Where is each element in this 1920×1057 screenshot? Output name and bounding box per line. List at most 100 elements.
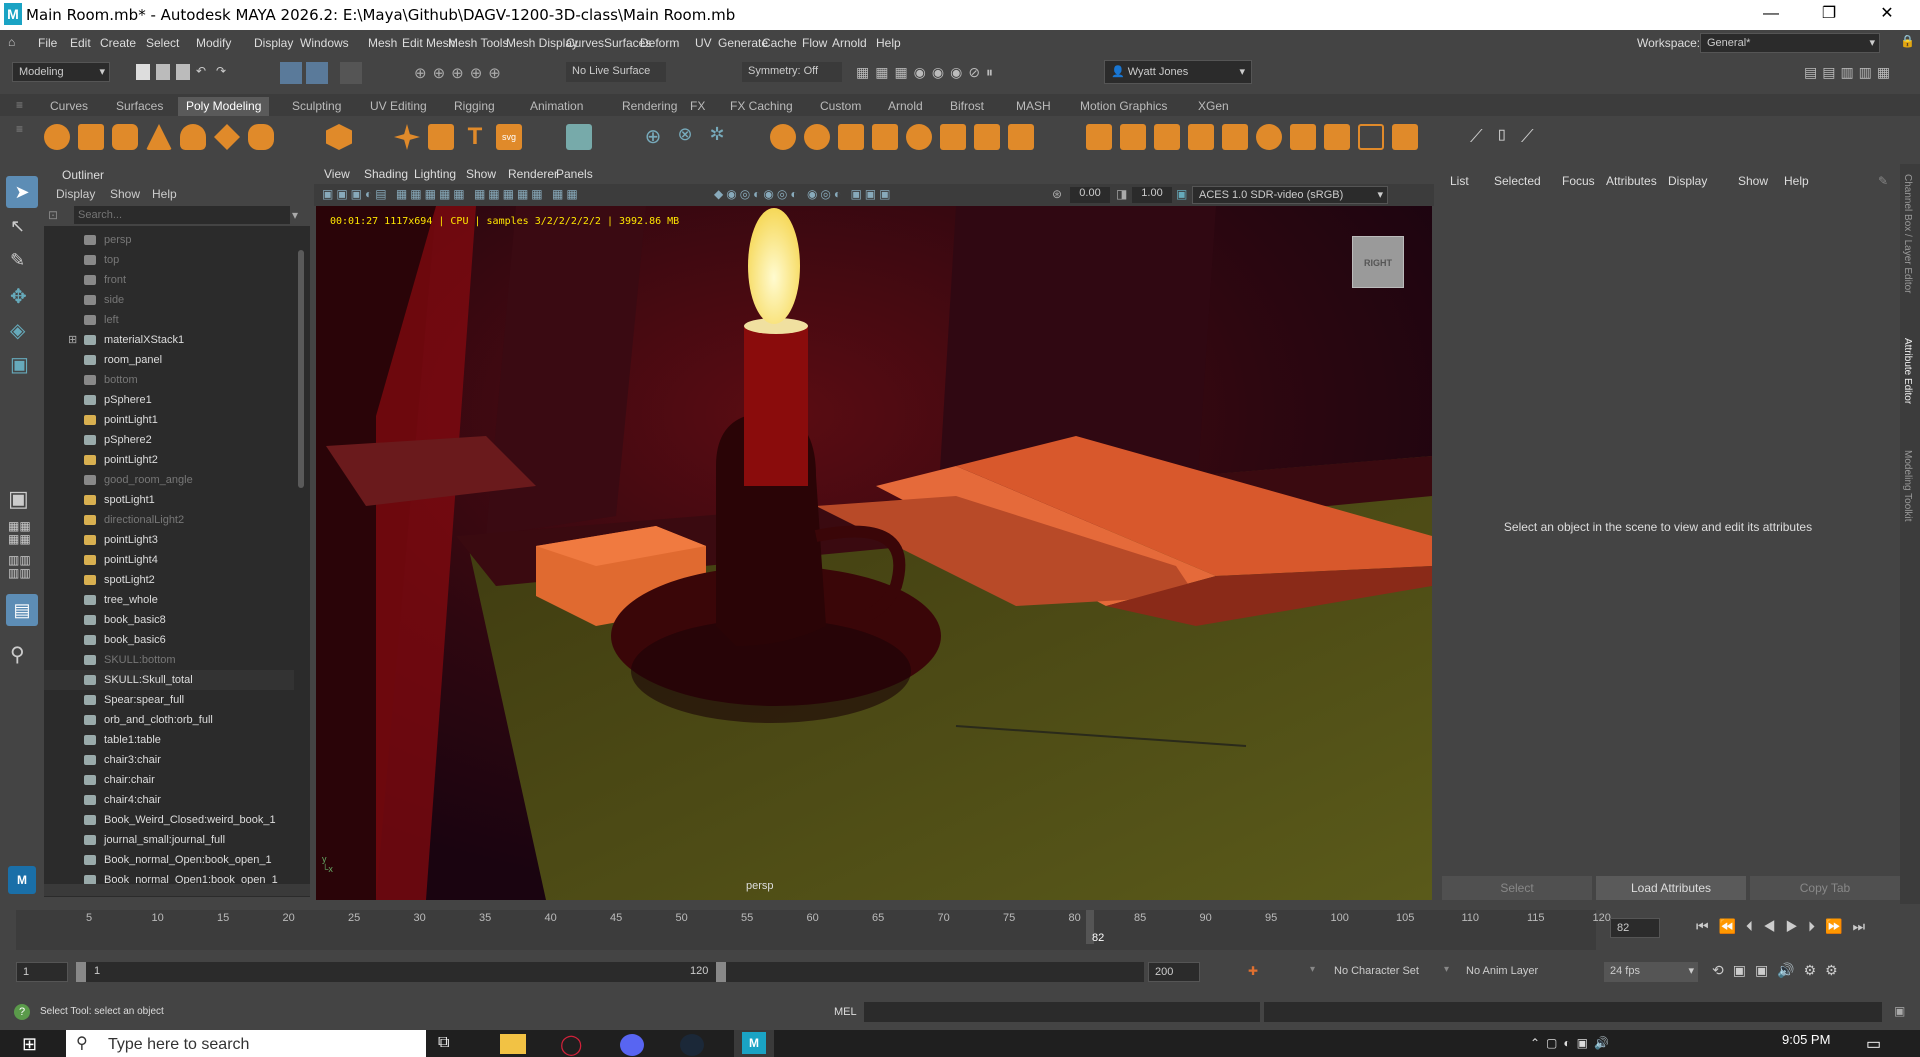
render-tools[interactable]: ▦▦▦◉◉◉⊘⏸: [856, 64, 1056, 80]
taskbar-search-box[interactable]: ⚲ Type here to search: [66, 1030, 426, 1057]
script-editor-icon[interactable]: ▣: [1894, 1004, 1905, 1018]
new-scene-icon[interactable]: [136, 64, 150, 80]
single-view-icon[interactable]: ▣: [8, 486, 36, 514]
end-frame-field[interactable]: 200: [1148, 962, 1200, 982]
ae-copy-tab-button[interactable]: Copy Tab: [1750, 876, 1900, 900]
menu-display[interactable]: Display: [254, 36, 293, 50]
color-mgmt-icon[interactable]: ▣: [1176, 187, 1187, 201]
remesh-icon[interactable]: [974, 124, 1000, 150]
opera-icon[interactable]: ◯: [560, 1032, 582, 1057]
gamma-field[interactable]: 1.00: [1132, 187, 1172, 203]
outliner-layout-icon[interactable]: ▤: [6, 594, 38, 626]
shelf-tab-motion-graphics[interactable]: Motion Graphics: [1072, 97, 1175, 116]
windows-start-icon[interactable]: ⊞: [22, 1034, 37, 1055]
paint-select-icon[interactable]: ✎: [10, 250, 34, 274]
live-surface-field[interactable]: No Live Surface: [566, 62, 666, 82]
playback-options-icons[interactable]: ⟲▣▣🔊⚙⚙: [1712, 962, 1912, 982]
outliner-item[interactable]: side: [44, 290, 294, 310]
shelf-tab-curves[interactable]: Curves: [42, 97, 96, 116]
user-account-select[interactable]: 👤 Wyatt Jones ▾: [1104, 60, 1252, 84]
viewport-menu-lighting[interactable]: Lighting: [414, 167, 456, 181]
outliner-item[interactable]: room_panel: [44, 350, 294, 370]
menu-help[interactable]: Help: [876, 36, 901, 50]
outliner-item[interactable]: spotLight1: [44, 490, 294, 510]
select-by-object-icon[interactable]: [306, 62, 328, 84]
exposure-field[interactable]: 0.00: [1070, 187, 1110, 203]
measure-icon[interactable]: ⊕: [640, 124, 666, 150]
ae-menu-display[interactable]: Display: [1668, 174, 1707, 188]
fill-hole-icon[interactable]: [1188, 124, 1214, 150]
snowflake-icon[interactable]: ✲: [704, 124, 730, 150]
super-shape-icon[interactable]: [394, 124, 420, 150]
anim-layer-field[interactable]: No Anim Layer: [1466, 965, 1538, 977]
move-tool-icon[interactable]: ✥: [10, 284, 34, 308]
menu-edit[interactable]: Edit: [70, 36, 91, 50]
menu-mesh-tools[interactable]: Mesh Tools: [448, 36, 508, 50]
combine-icon[interactable]: [770, 124, 796, 150]
outliner-item[interactable]: orb_and_cloth:orb_full: [44, 710, 294, 730]
shelf-tab-surfaces[interactable]: Surfaces: [108, 97, 171, 116]
file-explorer-icon[interactable]: [500, 1034, 526, 1054]
shelf-tab-animation[interactable]: Animation: [522, 97, 591, 116]
separate-icon[interactable]: [804, 124, 830, 150]
shelf-menu-icon[interactable]: ≡: [16, 98, 23, 112]
outliner-item[interactable]: chair:chair: [44, 770, 294, 790]
reduce-icon[interactable]: [906, 124, 932, 150]
start-frame-field[interactable]: 1: [16, 962, 68, 982]
anim-layer-chevron[interactable]: ▾: [1444, 964, 1449, 975]
save-scene-icon[interactable]: [176, 64, 190, 80]
outliner-item[interactable]: persp: [44, 230, 294, 250]
viewport-menu-shading[interactable]: Shading: [364, 167, 408, 181]
outliner-item[interactable]: front: [44, 270, 294, 290]
viewport-canvas[interactable]: 00:01:27 1117x694 | CPU | samples 3/2/2/…: [316, 206, 1432, 900]
outliner-item[interactable]: SKULL:bottom: [44, 650, 294, 670]
target-weld-icon[interactable]: [1256, 124, 1282, 150]
layout-icons[interactable]: ▤▤▥▥▦: [1804, 64, 1914, 80]
menu-uv[interactable]: UV: [695, 36, 712, 50]
lock-icon[interactable]: 🔒: [1900, 34, 1915, 48]
outliner-item[interactable]: pointLight2: [44, 450, 294, 470]
outliner-item[interactable]: book_basic6: [44, 630, 294, 650]
menu-windows[interactable]: Windows: [300, 36, 349, 50]
shelf-tab-arnold[interactable]: Arnold: [880, 97, 931, 116]
expand-icon[interactable]: ⊞: [68, 330, 77, 350]
home-icon[interactable]: ⌂: [8, 35, 22, 49]
poly-sphere-icon[interactable]: [44, 124, 70, 150]
symmetry-field[interactable]: Symmetry: Off: [742, 62, 842, 82]
shelf-tab-fx-caching[interactable]: FX Caching: [722, 97, 801, 116]
outliner-item[interactable]: tree_whole: [44, 590, 294, 610]
outliner-menu-help[interactable]: Help: [152, 187, 177, 201]
task-view-icon[interactable]: ⧉: [438, 1034, 449, 1052]
snap-icons[interactable]: ⊕⊕⊕⊕⊕: [414, 64, 554, 82]
shelf-tab-bifrost[interactable]: Bifrost: [942, 97, 992, 116]
shelf-tab-custom[interactable]: Custom: [812, 97, 869, 116]
poly-cube-icon[interactable]: [78, 124, 104, 150]
char-set-chevron[interactable]: ▾: [1310, 964, 1315, 975]
menu-create[interactable]: Create: [100, 36, 136, 50]
menu-select[interactable]: Select: [146, 36, 179, 50]
range-end-handle[interactable]: [716, 962, 726, 982]
outliner-item[interactable]: Spear:spear_full: [44, 690, 294, 710]
menuset-select[interactable]: Modeling ▾: [12, 62, 110, 82]
shelf-tab-rendering[interactable]: Rendering: [614, 97, 685, 116]
menu-mesh[interactable]: Mesh: [368, 36, 397, 50]
shading-icons[interactable]: ◆◉◎◐◉◎◐ ◉◎◐ ▣▣▣: [714, 187, 1044, 203]
bridge-icon[interactable]: [1120, 124, 1146, 150]
outliner-scrollbar[interactable]: [296, 230, 306, 890]
viewport-menu-panels[interactable]: Panels: [556, 167, 593, 181]
open-scene-icon[interactable]: [156, 64, 170, 80]
four-view-icon[interactable]: ▦▦ ▦▦: [8, 520, 36, 548]
cmd-lang-label[interactable]: MEL: [834, 1006, 857, 1018]
select-by-hierarchy-icon[interactable]: [280, 62, 302, 84]
shelf-tab-mash[interactable]: MASH: [1008, 97, 1059, 116]
modeling-toolkit-tab[interactable]: Modeling Toolkit: [1902, 450, 1913, 522]
ae-menu-attributes[interactable]: Attributes: [1606, 174, 1657, 188]
outliner-item[interactable]: journal_small:journal_full: [44, 830, 294, 850]
menu-arnold[interactable]: Arnold: [832, 36, 867, 50]
current-frame-field[interactable]: 82: [1610, 918, 1660, 938]
scale-tool-icon[interactable]: ▣: [10, 352, 34, 376]
smooth-icon[interactable]: [838, 124, 864, 150]
outliner-item[interactable]: spotLight2: [44, 570, 294, 590]
outliner-item[interactable]: SKULL:Skull_total: [44, 670, 294, 690]
viewport-menu-view[interactable]: View: [324, 167, 350, 181]
